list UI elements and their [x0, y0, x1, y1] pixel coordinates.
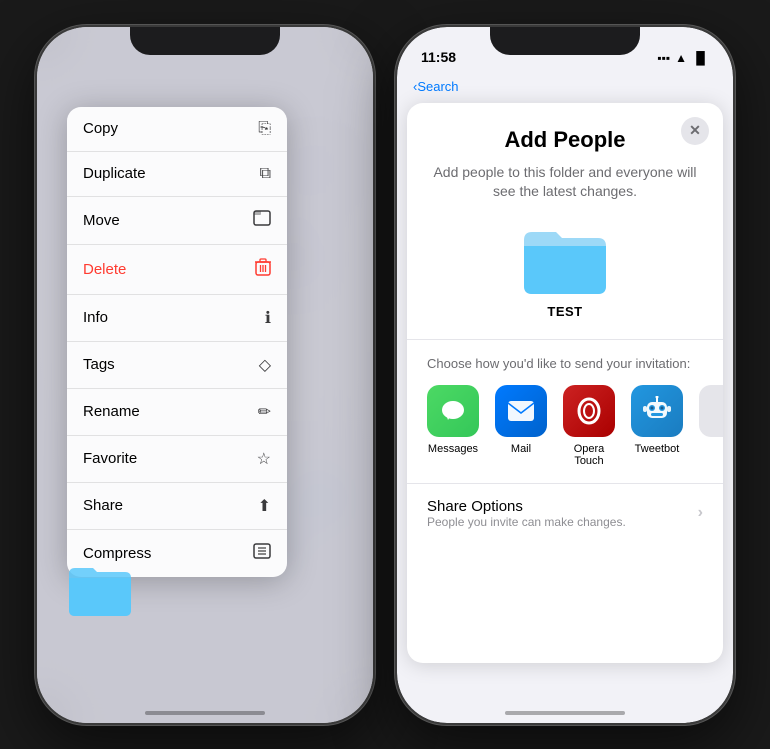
menu-label-info: Info — [83, 309, 108, 326]
modal-title: Add People — [427, 127, 703, 153]
menu-item-rename[interactable]: Rename ✏ — [67, 389, 287, 436]
share-apps-row: Messages Mail Opera Touch — [427, 385, 703, 467]
menu-label-delete: Delete — [83, 261, 126, 278]
compress-icon — [253, 543, 271, 564]
menu-label-duplicate: Duplicate — [83, 165, 146, 182]
menu-item-move[interactable]: Move — [67, 197, 287, 245]
messages-icon — [427, 385, 479, 437]
share-options-text: Share Options People you invite can make… — [427, 498, 626, 529]
battery-icon-right: ▐▌ — [692, 51, 709, 65]
duplicate-icon: ⧉ — [260, 165, 271, 183]
home-indicator-right — [505, 711, 625, 715]
right-screen: 11:58 ▪▪▪ ▲ ▐▌ ‹ Search ✕ Add People Add… — [397, 27, 733, 723]
tweetbot-icon — [631, 385, 683, 437]
chevron-right-icon: › — [698, 504, 703, 522]
status-time-right: 11:58 — [421, 49, 456, 65]
app-messages[interactable]: Messages — [427, 385, 479, 455]
add-people-modal: ✕ Add People Add people to this folder a… — [407, 103, 723, 663]
trash-icon — [255, 258, 271, 281]
notch — [130, 27, 280, 55]
menu-item-share[interactable]: Share ⬆ — [67, 483, 287, 530]
menu-label-move: Move — [83, 212, 120, 229]
opera-label: Opera Touch — [563, 443, 615, 467]
modal-subtitle: Add people to this folder and everyone w… — [427, 163, 703, 202]
move-icon — [253, 210, 271, 231]
share-section: Choose how you'd like to send your invit… — [407, 340, 723, 543]
signal-icon-right: ▪▪▪ — [657, 51, 670, 65]
opera-icon — [563, 385, 615, 437]
menu-item-tags[interactable]: Tags ◇ — [67, 342, 287, 389]
menu-label-share: Share — [83, 497, 123, 514]
mail-label: Mail — [511, 443, 531, 455]
folder-left — [65, 558, 135, 623]
close-button[interactable]: ✕ — [681, 117, 709, 145]
menu-label-rename: Rename — [83, 403, 140, 420]
nav-bar-right: ‹ Search — [397, 71, 733, 103]
copy-icon: ⎘ — [258, 120, 271, 138]
context-menu: Copy ⎘ Duplicate ⧉ Move Delete — [67, 107, 287, 577]
share-icon: ⬆ — [258, 496, 271, 516]
info-icon: ℹ — [265, 308, 271, 328]
notch — [490, 27, 640, 55]
folder-right: TEST — [427, 220, 703, 319]
nav-back-label-right[interactable]: Search — [417, 79, 458, 94]
home-indicator — [145, 711, 265, 715]
menu-item-info[interactable]: Info ℹ — [67, 295, 287, 342]
menu-label-copy: Copy — [83, 120, 118, 137]
folder-name: TEST — [547, 304, 582, 319]
share-options-sub: People you invite can make changes. — [427, 515, 626, 529]
mail-icon — [495, 385, 547, 437]
menu-label-tags: Tags — [83, 356, 115, 373]
more-apps-icon — [699, 385, 723, 437]
messages-label: Messages — [428, 443, 478, 455]
menu-item-copy[interactable]: Copy ⎘ — [67, 107, 287, 152]
menu-item-duplicate[interactable]: Duplicate ⧉ — [67, 152, 287, 197]
star-icon: ☆ — [257, 449, 271, 469]
status-icons-right: ▪▪▪ ▲ ▐▌ — [657, 51, 709, 65]
menu-label-favorite: Favorite — [83, 450, 137, 467]
modal-content: Add People Add people to this folder and… — [407, 103, 723, 319]
close-icon: ✕ — [689, 122, 701, 139]
app-tweetbot[interactable]: Tweetbot — [631, 385, 683, 455]
left-phone: 11:58 ▪▪▪ ▲ ▐▌ ‹ Search Copy ⎘ Duplicate… — [35, 25, 375, 725]
app-opera[interactable]: Opera Touch — [563, 385, 615, 467]
tweetbot-label: Tweetbot — [635, 443, 680, 455]
share-options-row[interactable]: Share Options People you invite can make… — [427, 484, 703, 543]
rename-icon: ✏ — [258, 402, 271, 422]
right-phone: 11:58 ▪▪▪ ▲ ▐▌ ‹ Search ✕ Add People Add… — [395, 25, 735, 725]
menu-item-delete[interactable]: Delete — [67, 245, 287, 295]
left-screen: 11:58 ▪▪▪ ▲ ▐▌ ‹ Search Copy ⎘ Duplicate… — [37, 27, 373, 723]
tags-icon: ◇ — [259, 355, 271, 375]
share-prompt: Choose how you'd like to send your invit… — [427, 356, 703, 371]
app-more[interactable] — [699, 385, 723, 437]
app-mail[interactable]: Mail — [495, 385, 547, 455]
menu-item-favorite[interactable]: Favorite ☆ — [67, 436, 287, 483]
wifi-icon-right: ▲ — [675, 51, 687, 65]
share-options-title: Share Options — [427, 498, 626, 515]
